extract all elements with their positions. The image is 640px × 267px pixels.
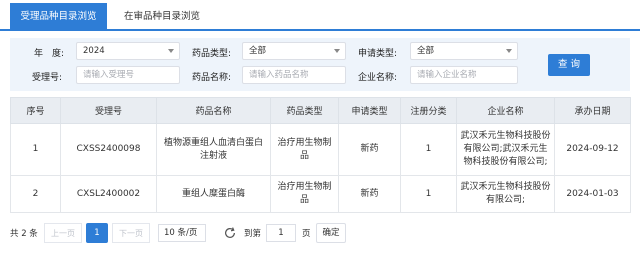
- total-count: 共 2 条: [10, 229, 38, 239]
- prev-page-button[interactable]: 上一页: [44, 223, 82, 243]
- cell-accept-no: CXSS2400098: [60, 123, 157, 176]
- cell-drug-type: 治疗用生物制品: [270, 123, 339, 176]
- header-date: 承办日期: [554, 97, 631, 124]
- confirm-button[interactable]: 确定: [316, 223, 346, 243]
- table-header-row: 序号 受理号 药品名称 药品类型 申请类型 注册分类 企业名称 承办日期: [10, 97, 631, 124]
- header-reg-class: 注册分类: [400, 97, 457, 124]
- cell-reg-class: 1: [400, 123, 457, 176]
- goto-page-input[interactable]: 1: [266, 224, 296, 242]
- pagination: 共 2 条 上一页 1 下一页 10 条/页 到第 1 页 确定: [10, 223, 630, 243]
- page-1-button[interactable]: 1: [86, 223, 108, 243]
- cell-company: 武汉禾元生物科技股份有限公司;: [456, 175, 555, 213]
- page-size-value: 10 条/页: [164, 228, 198, 238]
- apply-type-value: 全部: [417, 46, 435, 56]
- apply-type-label: 申请类型:: [358, 49, 398, 59]
- cell-drug-name: 重组人糜蛋白酶: [156, 175, 271, 213]
- accept-no-input[interactable]: 请输入受理号: [76, 66, 180, 84]
- filter-panel: 年 度: 2024 药品类型: 全部 申请类型: 全部 受理号: 请输入受理号 …: [10, 38, 630, 91]
- year-label: 年 度:: [34, 49, 65, 59]
- next-page-button[interactable]: 下一页: [112, 223, 150, 243]
- cell-drug-name: 植物源重组人血清白蛋白注射液: [156, 123, 271, 176]
- header-apply-type: 申请类型: [338, 97, 401, 124]
- tab-accepted-catalog[interactable]: 受理品种目录浏览: [10, 3, 107, 31]
- cell-accept-no: CXSL2400002: [60, 175, 157, 213]
- tab-bar: 受理品种目录浏览 在审品种目录浏览: [0, 0, 640, 31]
- cell-no: 1: [10, 123, 61, 176]
- header-company: 企业名称: [456, 97, 555, 124]
- chevron-down-icon: [168, 49, 174, 53]
- cell-date: 2024-09-12: [554, 123, 631, 176]
- chevron-down-icon: [334, 49, 340, 53]
- drug-type-select[interactable]: 全部: [242, 42, 346, 60]
- chevron-down-icon: [506, 49, 512, 53]
- apply-type-select[interactable]: 全部: [410, 42, 518, 60]
- table-row: 1 CXSS2400098 植物源重组人血清白蛋白注射液 治疗用生物制品 新药 …: [10, 123, 631, 176]
- header-drug-type: 药品类型: [270, 97, 339, 124]
- page-size-select[interactable]: 10 条/页: [158, 224, 206, 242]
- search-button[interactable]: 查 询: [548, 54, 590, 76]
- header-drug-name: 药品名称: [156, 97, 271, 124]
- results-table: 序号 受理号 药品名称 药品类型 申请类型 注册分类 企业名称 承办日期 1 C…: [10, 97, 631, 213]
- tab-under-review-catalog[interactable]: 在审品种目录浏览: [113, 3, 211, 31]
- header-accept-no: 受理号: [60, 97, 157, 124]
- cell-drug-type: 治疗用生物制品: [270, 175, 339, 213]
- drug-type-label: 药品类型:: [192, 49, 232, 59]
- year-select[interactable]: 2024: [76, 42, 180, 60]
- refresh-icon[interactable]: [223, 226, 237, 240]
- company-label: 企业名称:: [358, 73, 398, 83]
- page-unit-label: 页: [302, 229, 311, 239]
- company-input[interactable]: 请输入企业名称: [410, 66, 518, 84]
- cell-no: 2: [10, 175, 61, 213]
- drug-name-label: 药品名称:: [192, 73, 232, 83]
- cell-apply-type: 新药: [338, 123, 401, 176]
- header-no: 序号: [10, 97, 61, 124]
- drug-name-input[interactable]: 请输入药品名称: [242, 66, 346, 84]
- cell-company: 武汉禾元生物科技股份有限公司;武汉禾元生物科技股份有限公司;: [456, 123, 555, 176]
- cell-apply-type: 新药: [338, 175, 401, 213]
- year-value: 2024: [83, 46, 105, 56]
- cell-reg-class: 1: [400, 175, 457, 213]
- accept-no-label: 受理号:: [32, 73, 63, 83]
- table-row: 2 CXSL2400002 重组人糜蛋白酶 治疗用生物制品 新药 1 武汉禾元生…: [10, 175, 631, 213]
- goto-label: 到第: [244, 229, 262, 239]
- drug-type-value: 全部: [249, 46, 267, 56]
- cell-date: 2024-01-03: [554, 175, 631, 213]
